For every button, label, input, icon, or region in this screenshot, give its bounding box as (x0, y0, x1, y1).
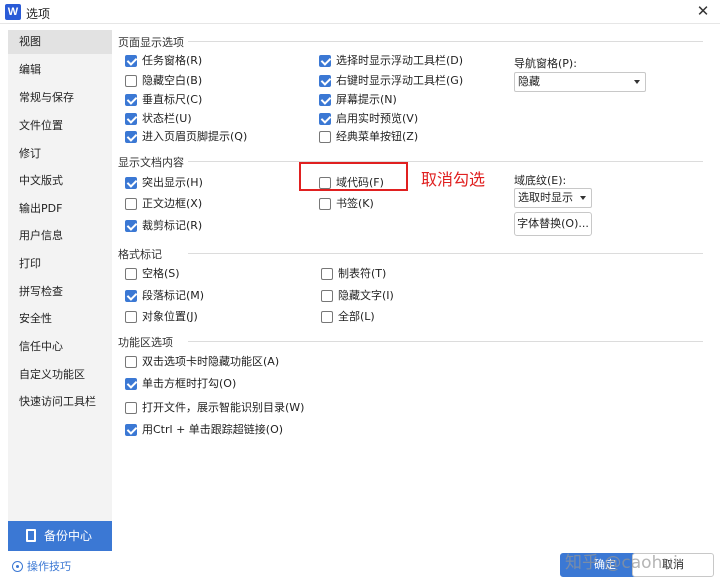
checkbox-box[interactable] (125, 75, 137, 87)
checkbox-box[interactable] (125, 131, 137, 143)
checkbox-box[interactable] (319, 131, 331, 143)
checkbox-box[interactable] (319, 94, 331, 106)
section-divider (188, 341, 703, 342)
checkbox-box[interactable] (125, 378, 137, 390)
section-divider (188, 161, 703, 162)
checkbox-box[interactable] (125, 94, 137, 106)
sidebar-item-output-pdf[interactable]: 输出PDF (8, 197, 112, 221)
options-sidebar: 视图 编辑 常规与保存 文件位置 修订 中文版式 输出PDF 用户信息 打印 拼… (8, 30, 112, 550)
sidebar-item-edit[interactable]: 编辑 (8, 58, 112, 82)
checkbox-box[interactable] (125, 311, 137, 323)
annotation-highlight-box (299, 162, 408, 191)
field-shading-value: 选取时显示 (518, 191, 573, 204)
checkbox-label: 制表符(T) (338, 267, 387, 280)
checkbox-box[interactable] (319, 113, 331, 125)
nav-pane-label: 导航窗格(P): (514, 57, 577, 70)
field-shading-select[interactable]: 选取时显示 (514, 188, 592, 208)
checkbox-box[interactable] (125, 220, 137, 232)
checkbox-box[interactable] (125, 268, 137, 280)
section-title-format-marks: 格式标记 (118, 246, 166, 262)
sidebar-item-user-info[interactable]: 用户信息 (8, 224, 112, 248)
checkbox-box[interactable] (125, 55, 137, 67)
checkbox-label: 启用实时预览(V) (336, 112, 419, 125)
chevron-down-icon (580, 196, 586, 200)
checkbox-label: 右键时显示浮动工具栏(G) (336, 74, 464, 87)
sidebar-item-general-save[interactable]: 常规与保存 (8, 86, 112, 110)
checkbox-label: 用Ctrl + 单击跟踪超链接(O) (142, 423, 284, 436)
nav-pane-value: 隐藏 (518, 75, 540, 88)
title-bar: W 选项 ✕ (0, 0, 720, 24)
watermark: 知乎 @caohui (565, 553, 678, 573)
chevron-down-icon (634, 80, 640, 84)
checkbox-label: 全部(L) (338, 310, 375, 323)
checkbox-label: 正文边框(X) (142, 197, 203, 210)
sidebar-item-view[interactable]: 视图 (8, 30, 112, 54)
checkbox-label: 经典菜单按钮(Z) (336, 130, 419, 143)
checkbox-box[interactable] (125, 198, 137, 210)
checkbox-label: 状态栏(U) (142, 112, 192, 125)
sidebar-item-customize-ribbon[interactable]: 自定义功能区 (8, 363, 112, 387)
options-content: 页面显示选项 任务窗格(R) 隐藏空白(B) 垂直标尺(C) 状态栏(U) 进入… (113, 30, 713, 550)
checkbox-label: 选择时显示浮动工具栏(D) (336, 54, 464, 67)
checkbox-box[interactable] (125, 402, 137, 414)
sidebar-item-chinese-layout[interactable]: 中文版式 (8, 169, 112, 193)
sidebar-item-trust-center[interactable]: 信任中心 (8, 335, 112, 359)
checkbox-label: 垂直标尺(C) (142, 93, 203, 106)
font-replace-button[interactable]: 字体替换(O)... (514, 212, 592, 236)
checkbox-box[interactable] (125, 424, 137, 436)
checkbox-label: 隐藏文字(I) (338, 289, 394, 302)
checkbox-label: 段落标记(M) (142, 289, 205, 302)
checkbox-box[interactable] (319, 198, 331, 210)
sidebar-item-quick-access-toolbar[interactable]: 快速访问工具栏 (8, 390, 112, 414)
checkbox-label: 打开文件，展示智能识别目录(W) (142, 401, 305, 414)
checkbox-label: 空格(S) (142, 267, 180, 280)
checkbox-box[interactable] (321, 311, 333, 323)
tips-icon (12, 561, 23, 572)
checkbox-label: 隐藏空白(B) (142, 74, 203, 87)
sidebar-item-file-location[interactable]: 文件位置 (8, 114, 112, 138)
checkbox-label: 裁剪标记(R) (142, 219, 203, 232)
checkbox-label: 双击选项卡时隐藏功能区(A) (142, 355, 280, 368)
tips-label: 操作技巧 (27, 560, 71, 573)
checkbox-box[interactable] (125, 113, 137, 125)
checkbox-box[interactable] (319, 55, 331, 67)
checkbox-box[interactable] (125, 290, 137, 302)
sidebar-item-print[interactable]: 打印 (8, 252, 112, 276)
annotation-text: 取消勾选 (421, 170, 486, 189)
backup-center-label: 备份中心 (44, 529, 93, 543)
checkbox-box[interactable] (125, 356, 137, 368)
field-shading-label: 域底纹(E): (514, 174, 567, 187)
checkbox-box[interactable] (321, 290, 333, 302)
checkbox-label: 屏幕提示(N) (336, 93, 397, 106)
sidebar-item-security[interactable]: 安全性 (8, 307, 112, 331)
sidebar-item-revision[interactable]: 修订 (8, 142, 112, 166)
section-title-page-display: 页面显示选项 (118, 34, 188, 50)
checkbox-box[interactable] (321, 268, 333, 280)
checkbox-label: 突出显示(H) (142, 176, 203, 189)
nav-pane-select[interactable]: 隐藏 (514, 72, 646, 92)
window-title: 选项 (26, 7, 51, 21)
checkbox-label: 单击方框时打勾(O) (142, 377, 237, 390)
section-title-doc-content: 显示文档内容 (118, 154, 188, 170)
checkbox-label: 任务窗格(R) (142, 54, 203, 67)
section-divider (188, 253, 703, 254)
section-divider (188, 41, 703, 42)
checkbox-box[interactable] (319, 75, 331, 87)
checkbox-label: 进入页眉页脚提示(Q) (142, 130, 248, 143)
sidebar-item-spell-check[interactable]: 拼写检查 (8, 280, 112, 304)
section-title-ribbon: 功能区选项 (118, 334, 177, 350)
checkbox-label: 对象位置(J) (142, 310, 198, 323)
wps-writer-icon: W (5, 4, 21, 20)
close-icon[interactable]: ✕ (694, 2, 712, 20)
operation-tips-link[interactable]: 操作技巧 (12, 558, 71, 574)
checkbox-label: 书签(K) (336, 197, 374, 210)
checkbox-box[interactable] (125, 177, 137, 189)
backup-center-button[interactable]: 备份中心 (8, 521, 112, 551)
backup-icon (26, 529, 36, 542)
